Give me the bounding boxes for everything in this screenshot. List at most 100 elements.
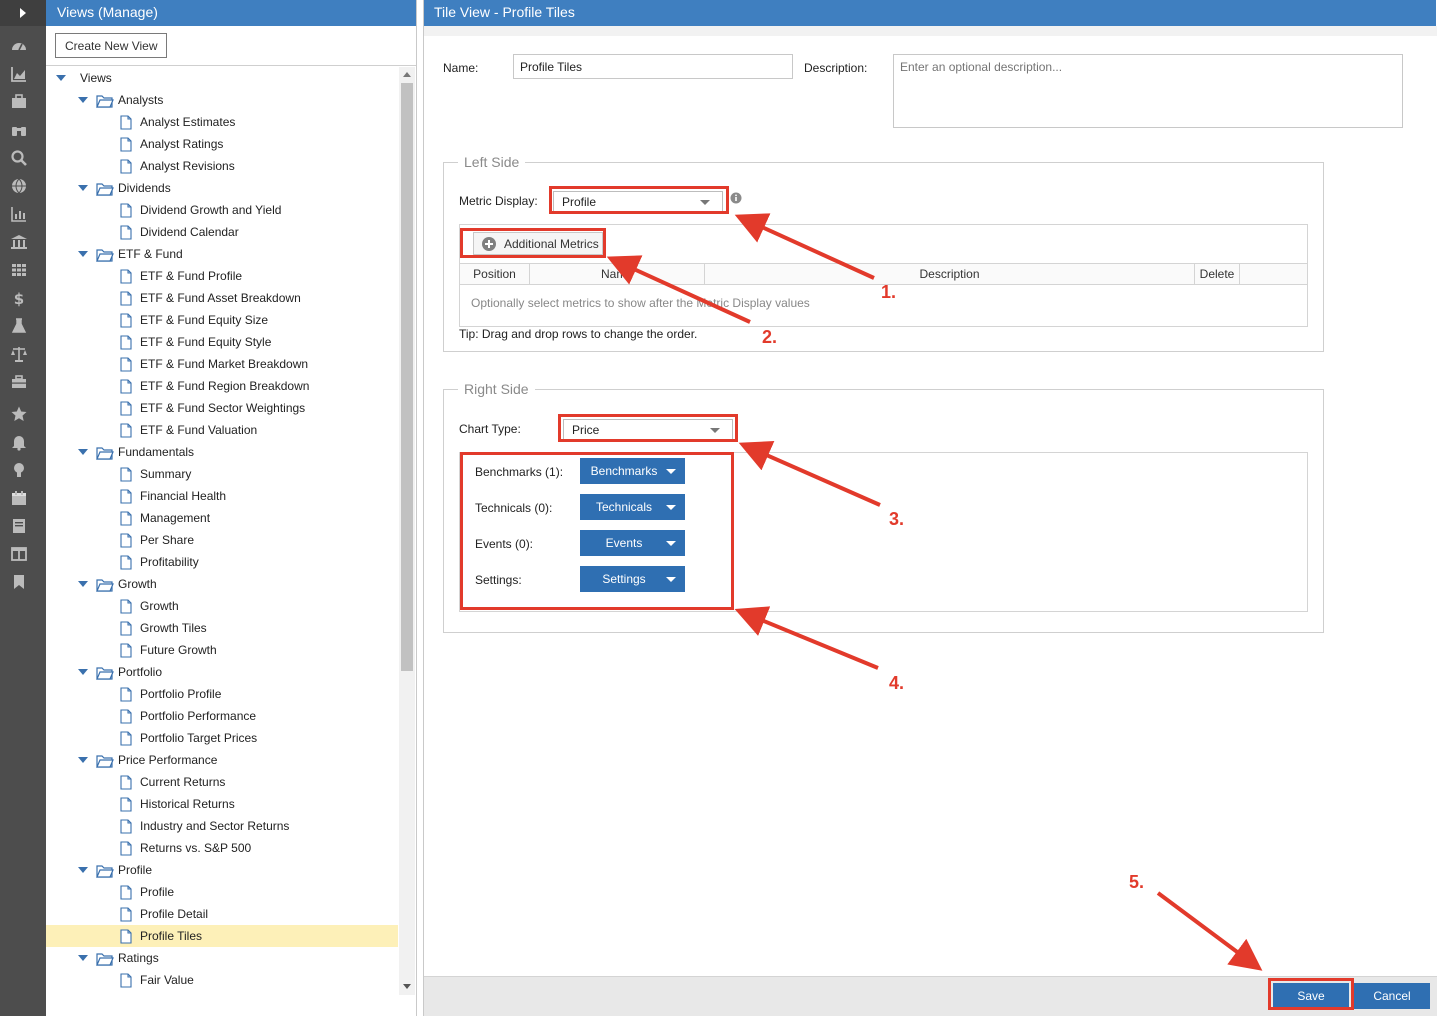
tree-view-item[interactable]: Dividend Growth and Yield: [46, 199, 398, 221]
cancel-button[interactable]: Cancel: [1354, 983, 1430, 1009]
calendar-icon[interactable]: [10, 489, 28, 507]
tree-label: ETF & Fund Valuation: [140, 423, 258, 437]
views-panel: Views (Manage) Create New View Views Anal…: [46, 0, 417, 1016]
tree-view-item[interactable]: Portfolio Profile: [46, 683, 398, 705]
tree-view-item[interactable]: ETF & Fund Sector Weightings: [46, 397, 398, 419]
tree-view-item[interactable]: Profile Detail: [46, 903, 398, 925]
column-position[interactable]: Position: [460, 264, 530, 284]
tree-view-item[interactable]: ETF & Fund Profile: [46, 265, 398, 287]
tree-view-item[interactable]: ETF & Fund Asset Breakdown: [46, 287, 398, 309]
scroll-up-icon[interactable]: [403, 72, 411, 77]
create-new-view-button[interactable]: Create New View: [55, 33, 168, 58]
tree-folder[interactable]: Portfolio: [46, 661, 398, 683]
tree-label: Historical Returns: [140, 797, 235, 811]
bank-icon[interactable]: [10, 233, 28, 251]
tree-folder[interactable]: Fundamentals: [46, 441, 398, 463]
columns-icon[interactable]: [10, 545, 28, 563]
column-name[interactable]: Name: [530, 264, 705, 284]
tree-view-item[interactable]: Profile: [46, 881, 398, 903]
tree-view-item[interactable]: Growth Tiles: [46, 617, 398, 639]
tree-view-item[interactable]: Current Returns: [46, 771, 398, 793]
tree-view-item[interactable]: ETF & Fund Equity Style: [46, 331, 398, 353]
star-icon[interactable]: [10, 405, 28, 423]
caret-down-icon[interactable]: [78, 581, 88, 587]
tree-view-item[interactable]: ETF & Fund Market Breakdown: [46, 353, 398, 375]
tree-root[interactable]: Views: [46, 67, 398, 89]
tree-view-item[interactable]: ETF & Fund Equity Size: [46, 309, 398, 331]
tree-view-item[interactable]: Fair Value: [46, 969, 398, 991]
tree-folder[interactable]: Growth: [46, 573, 398, 595]
tree-view-item[interactable]: Portfolio Performance: [46, 705, 398, 727]
annotation-label-4: 4.: [889, 673, 905, 693]
caret-down-icon[interactable]: [56, 75, 66, 81]
caret-down-icon[interactable]: [78, 669, 88, 675]
tree-folder[interactable]: ETF & Fund: [46, 243, 398, 265]
left-side-legend: Left Side: [458, 154, 526, 170]
tree-label: Fundamentals: [118, 445, 195, 459]
tree-view-item[interactable]: Returns vs. S&P 500: [46, 837, 398, 859]
annotation-label-1: 1.: [881, 282, 897, 302]
globe-icon[interactable]: [10, 177, 28, 195]
expand-rail-button[interactable]: [0, 0, 46, 26]
bookmark-icon[interactable]: [10, 573, 28, 591]
tree-view-item[interactable]: Portfolio Target Prices: [46, 727, 398, 749]
tree-view-item[interactable]: Per Share: [46, 529, 398, 551]
caret-down-icon[interactable]: [78, 185, 88, 191]
tree-label: Analysts: [118, 93, 164, 107]
dollar-icon[interactable]: $: [10, 289, 28, 307]
caret-down-icon[interactable]: [78, 757, 88, 763]
name-input[interactable]: [513, 54, 793, 79]
tree-view-item[interactable]: Dividend Calendar: [46, 221, 398, 243]
flask-icon[interactable]: [10, 317, 28, 335]
tree-label: ETF & Fund Market Breakdown: [140, 357, 309, 371]
tree-view-item[interactable]: Profile Tiles: [46, 925, 398, 947]
grid-icon[interactable]: [10, 261, 28, 279]
caret-down-icon[interactable]: [78, 449, 88, 455]
tree-view-item[interactable]: ETF & Fund Valuation: [46, 419, 398, 441]
caret-down-icon[interactable]: [78, 97, 88, 103]
dashboard-icon[interactable]: [10, 37, 28, 55]
tree-view-item[interactable]: Summary: [46, 463, 398, 485]
tree-view-item[interactable]: Analyst Ratings: [46, 133, 398, 155]
description-label: Description:: [804, 61, 868, 75]
tree-scrollbar[interactable]: [399, 67, 415, 995]
scale-icon[interactable]: [10, 345, 28, 363]
tree-view-item[interactable]: Profitability: [46, 551, 398, 573]
book-icon[interactable]: [10, 517, 28, 535]
tree-view-item[interactable]: Analyst Estimates: [46, 111, 398, 133]
tree-label: Profile Detail: [140, 907, 209, 921]
column-description[interactable]: Description: [705, 264, 1195, 284]
annotation-label-2: 2.: [762, 327, 778, 347]
bell-icon[interactable]: [10, 433, 28, 451]
tree-folder[interactable]: Dividends: [46, 177, 398, 199]
search-icon[interactable]: [10, 149, 28, 167]
briefcase-icon[interactable]: [10, 93, 28, 111]
tree-folder[interactable]: Profile: [46, 859, 398, 881]
tree-label: Current Returns: [140, 775, 226, 789]
tree-label: ETF & Fund: [118, 247, 183, 261]
tree-folder[interactable]: Ratings: [46, 947, 398, 969]
description-input[interactable]: [893, 54, 1403, 128]
info-icon[interactable]: [730, 192, 742, 204]
scroll-down-icon[interactable]: [403, 984, 411, 989]
tree-view-item[interactable]: Historical Returns: [46, 793, 398, 815]
caret-down-icon[interactable]: [78, 251, 88, 257]
binoculars-icon[interactable]: [10, 121, 28, 139]
bar-chart-icon[interactable]: [10, 205, 28, 223]
tree-folder[interactable]: Analysts: [46, 89, 398, 111]
tree-view-item[interactable]: Financial Health: [46, 485, 398, 507]
tree-view-item[interactable]: Industry and Sector Returns: [46, 815, 398, 837]
tree-folder[interactable]: Price Performance: [46, 749, 398, 771]
scroll-thumb[interactable]: [401, 83, 413, 671]
tree-view-item[interactable]: Analyst Revisions: [46, 155, 398, 177]
tree-view-item[interactable]: ETF & Fund Region Breakdown: [46, 375, 398, 397]
lightbulb-icon[interactable]: [10, 461, 28, 479]
tree-view-item[interactable]: Growth: [46, 595, 398, 617]
caret-down-icon[interactable]: [78, 867, 88, 873]
caret-down-icon[interactable]: [78, 955, 88, 961]
tree-view-item[interactable]: Future Growth: [46, 639, 398, 661]
tree-view-item[interactable]: Management: [46, 507, 398, 529]
column-delete[interactable]: Delete: [1195, 264, 1240, 284]
area-chart-icon[interactable]: [10, 65, 28, 83]
toolbox-icon[interactable]: [10, 373, 28, 391]
